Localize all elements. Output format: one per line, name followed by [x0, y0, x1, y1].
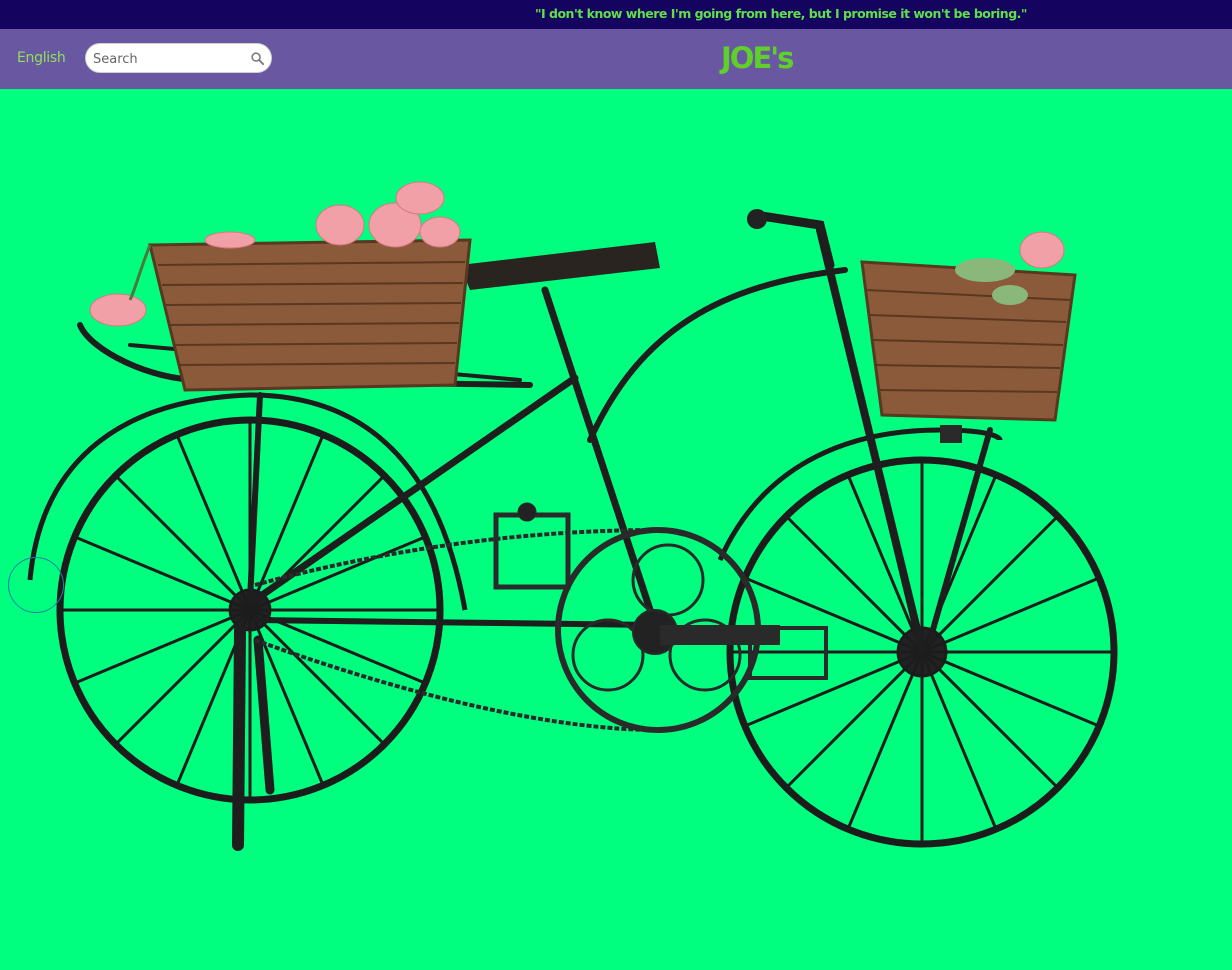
search-icon[interactable]	[250, 51, 265, 66]
bicycle-illustration	[27, 181, 1118, 851]
handlebar-and-seat	[460, 209, 835, 290]
search-box	[85, 43, 272, 73]
front-flower-basket	[860, 231, 1077, 443]
navigation-bar: English JOE's	[0, 29, 1232, 89]
site-logo[interactable]: JOE's	[721, 41, 794, 75]
cursor-indicator	[8, 557, 64, 613]
top-banner: "I don't know where I'm going from here,…	[0, 0, 1232, 29]
hero-image	[0, 89, 1232, 970]
language-selector[interactable]: English	[17, 50, 66, 66]
banner-quote: "I don't know where I'm going from here,…	[535, 6, 1027, 21]
rear-flower-basket	[89, 181, 472, 392]
search-input[interactable]	[93, 49, 243, 69]
